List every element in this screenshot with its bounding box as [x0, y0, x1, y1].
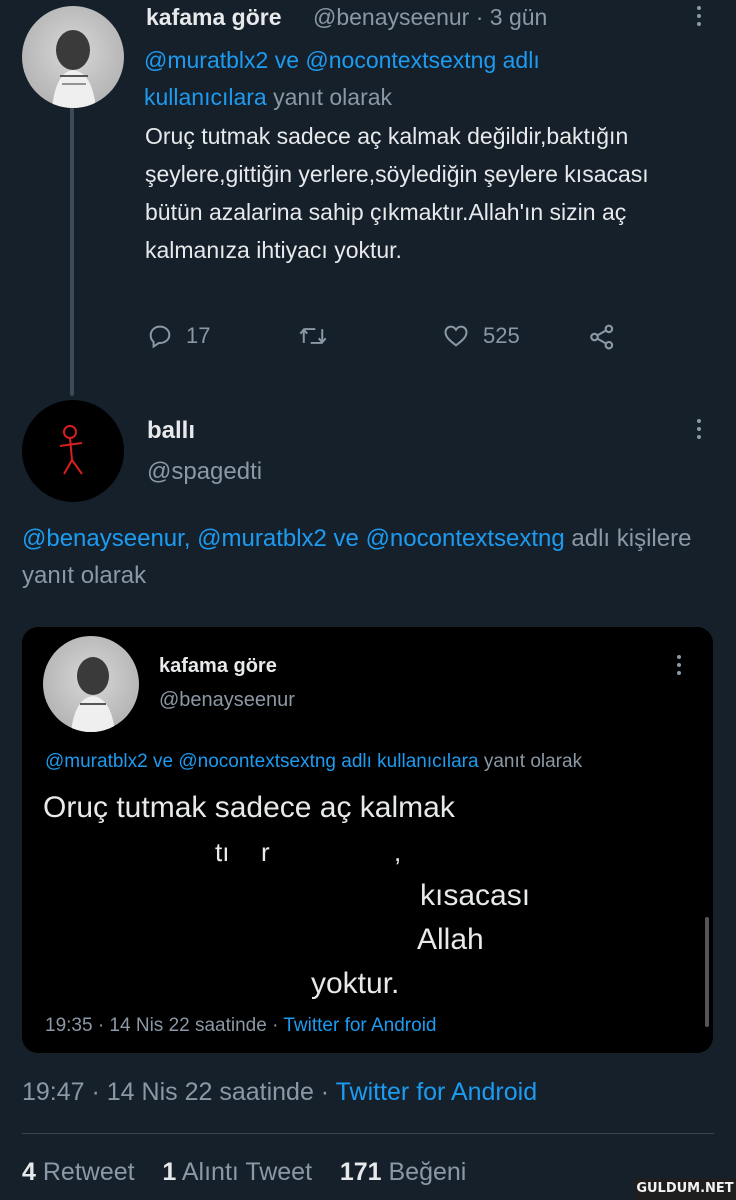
- reply-count: 17: [186, 323, 211, 348]
- embed-text-fragment: r: [261, 837, 270, 867]
- embed-text-line: Oruç tutmak sadece aç kalmak: [43, 791, 455, 824]
- reply-suffix: yanıt olarak: [273, 84, 393, 110]
- attached-image[interactable]: kafama göre @benayseenur @muratblx2 ve @…: [22, 627, 713, 1053]
- embed-reply-suffix: yanıt olarak: [483, 751, 583, 772]
- retweet-icon: [299, 328, 327, 344]
- watermark: GULDUM.NET: [634, 1178, 736, 1200]
- embed-avatar: [43, 636, 139, 732]
- embed-text-fragment: tı: [215, 837, 230, 867]
- author-handle[interactable]: @spagedti: [147, 458, 262, 486]
- share-icon: [590, 324, 614, 350]
- embed-timestamp: 19:35 · 14 Nis 22 saatinde · Twitter for…: [45, 1015, 436, 1037]
- embed-text-fragment: yoktur.: [311, 967, 400, 1000]
- tweet-timestamp: 19:47 · 14 Nis 22 saatinde · Twitter for…: [22, 1078, 537, 1107]
- author-name[interactable]: ballı: [147, 417, 195, 445]
- tweet-source[interactable]: Twitter for Android: [336, 1078, 537, 1106]
- likes-stat[interactable]: 171 Beğeni: [340, 1158, 467, 1186]
- more-icon: [676, 655, 682, 679]
- avatar-photo: [52, 30, 96, 108]
- retweets-count: 4: [22, 1158, 36, 1186]
- embed-text-fragment: kısacası: [420, 879, 531, 912]
- tweet-text: Oruç tutmak sadece aç kalmak değildir,ba…: [145, 123, 649, 263]
- embed-author-handle: @benayseenur: [159, 689, 295, 711]
- like-button[interactable]: 525: [441, 322, 520, 350]
- likes-count: 171: [339, 1158, 382, 1186]
- reply-mentions[interactable]: @benayseenur, @muratblx2 ve @nocontextse…: [22, 525, 565, 552]
- engagement-stats: 4 Retweet 1 Alıntı Tweet 171 Beğeni: [22, 1158, 466, 1187]
- author-name[interactable]: kafama göre: [146, 4, 282, 31]
- embed-time: 19:35 · 14 Nis 22 saatinde ·: [45, 1015, 279, 1036]
- reply-icon: [149, 325, 171, 349]
- embed-author-name: kafama göre: [159, 655, 277, 677]
- share-button[interactable]: [587, 322, 617, 352]
- embed-text-fragment: Allah: [417, 923, 484, 956]
- like-icon: [444, 325, 468, 347]
- quotes-count: 1: [162, 1158, 177, 1186]
- divider: [22, 1133, 714, 1134]
- reply-context: @benayseenur, @muratblx2 ve @nocontextse…: [22, 520, 722, 594]
- quotes-stat[interactable]: 1 Alıntı Tweet: [162, 1158, 312, 1186]
- avatar[interactable]: [22, 400, 124, 502]
- embed-text-fragment: ,: [394, 837, 402, 867]
- retweet-button[interactable]: [298, 322, 328, 350]
- like-count: 525: [483, 323, 520, 348]
- retweets-stat[interactable]: 4 Retweet: [22, 1158, 135, 1186]
- author-handle-time[interactable]: @benayseenur · 3 gün: [313, 4, 547, 31]
- avatar[interactable]: [22, 6, 124, 108]
- likes-label: Beğeni: [388, 1158, 467, 1186]
- more-icon[interactable]: [696, 419, 702, 443]
- reply-button[interactable]: 17: [146, 322, 210, 350]
- embed-reply-context: @muratblx2 ve @nocontextsextng adlı kull…: [45, 751, 582, 773]
- retweets-label: Retweet: [42, 1158, 135, 1186]
- reply-context: @muratblx2 ve @nocontextsextng adlı kull…: [144, 42, 664, 116]
- embed-reply-mentions: @muratblx2 ve @nocontextsextng adlı kull…: [45, 751, 479, 772]
- thread-line: [70, 104, 74, 396]
- embed-scrollbar: [705, 917, 709, 1027]
- more-icon[interactable]: [696, 6, 702, 30]
- embed-source: Twitter for Android: [283, 1015, 437, 1036]
- tweet-time[interactable]: 19:47 · 14 Nis 22 saatinde ·: [22, 1078, 329, 1106]
- avatar-photo: [71, 657, 115, 732]
- quotes-label: Alıntı Tweet: [181, 1158, 313, 1186]
- stick-figure-avatar: [59, 425, 83, 475]
